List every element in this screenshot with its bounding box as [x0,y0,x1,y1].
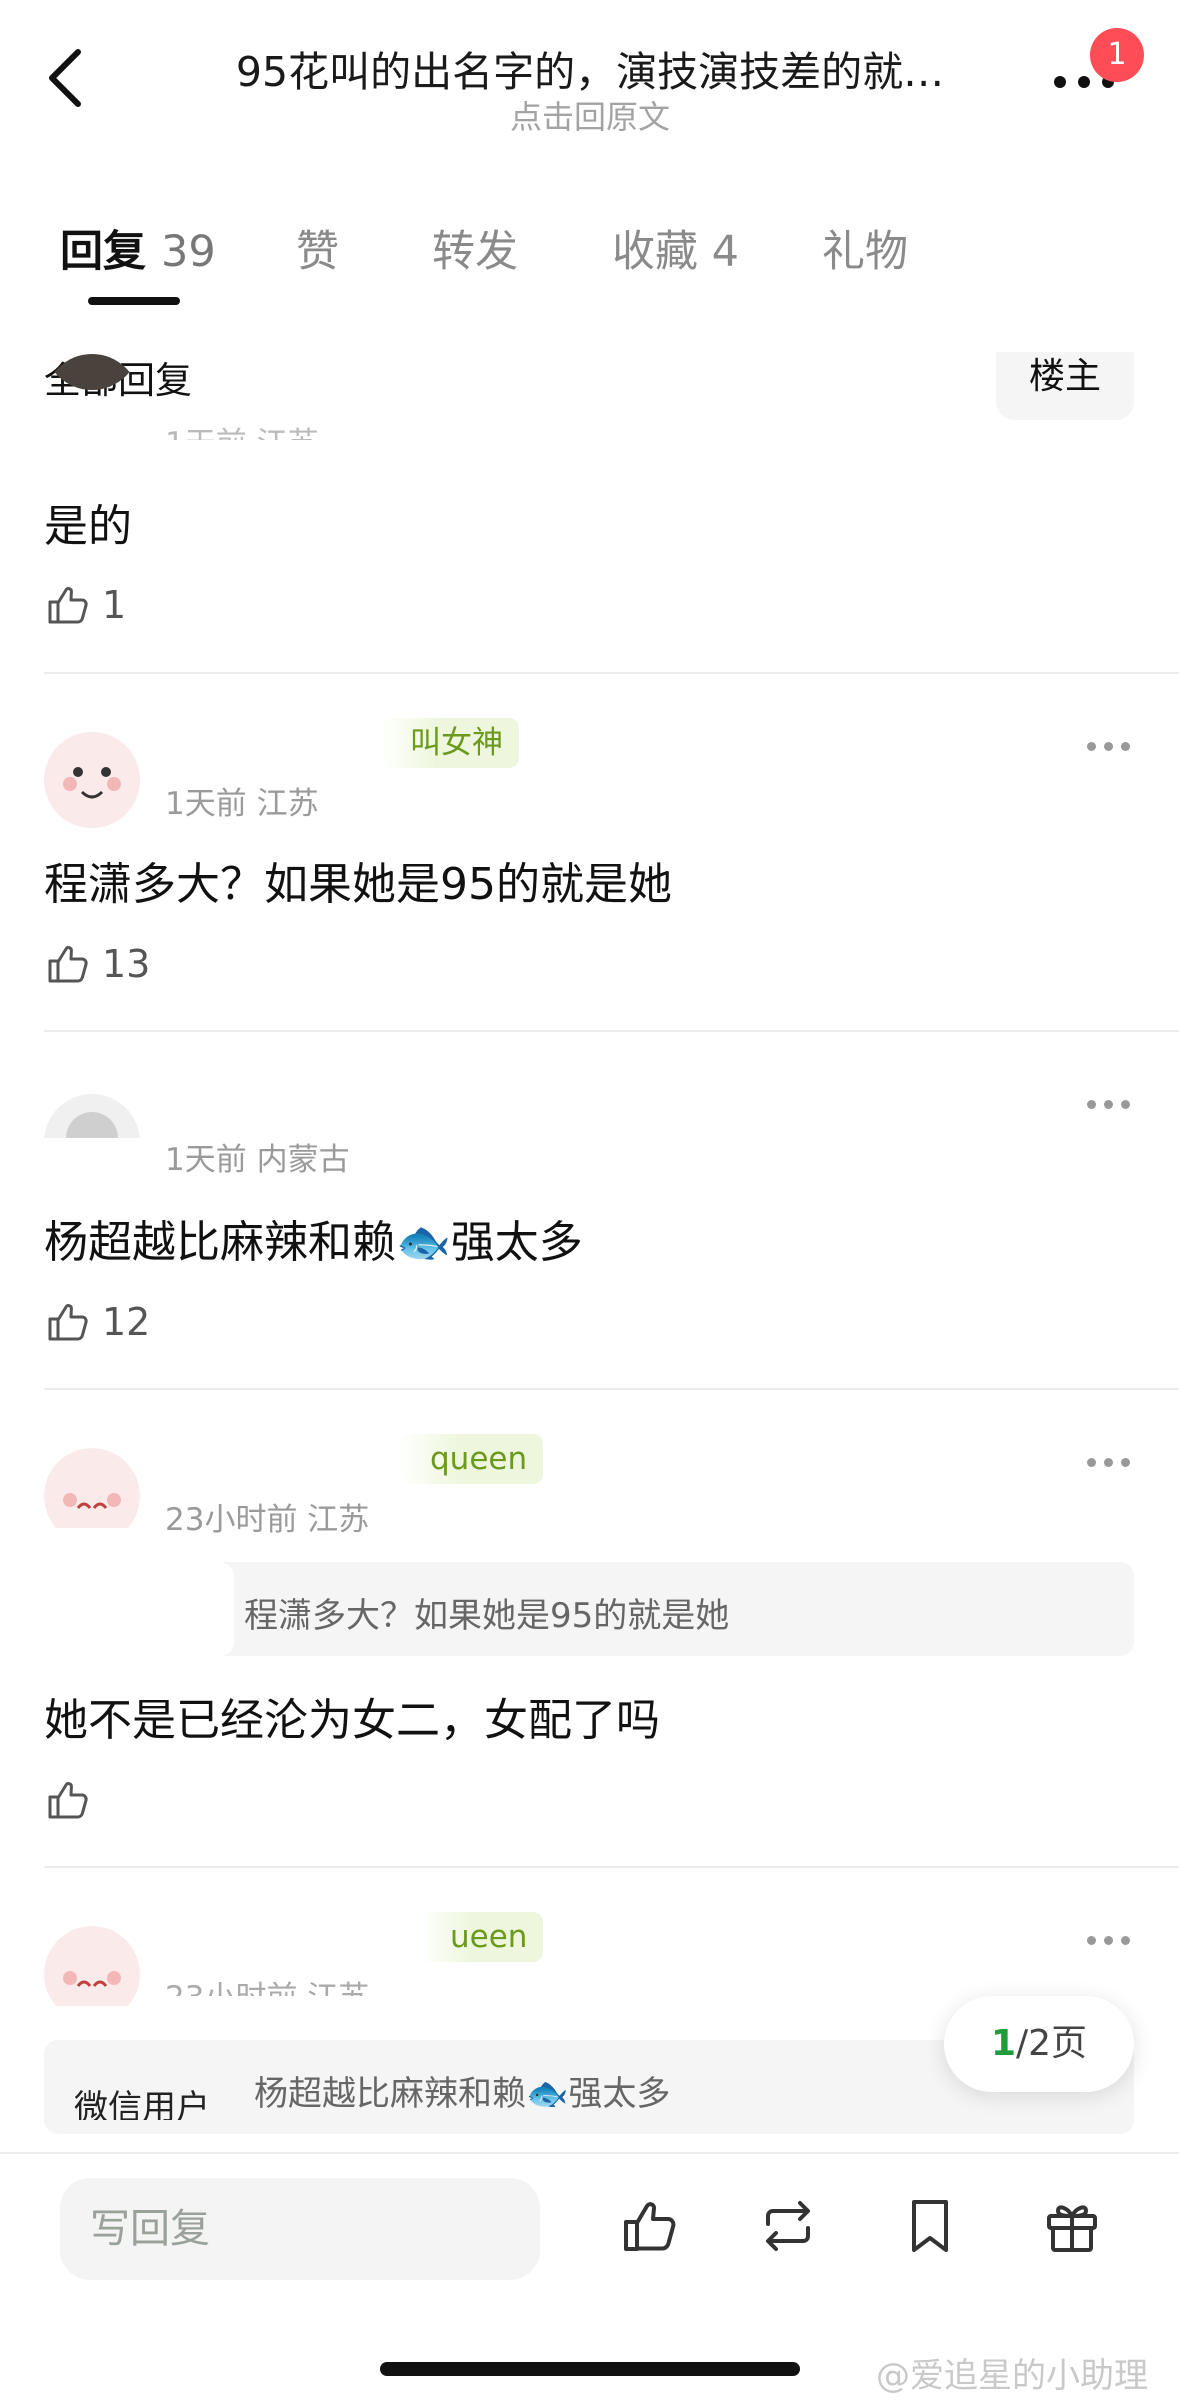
thumbs-up-icon [48,587,88,624]
repost-icon[interactable] [756,2194,820,2258]
back-to-original-link[interactable]: 点击回原文 [440,92,740,138]
user-title-badge: queen [400,1434,544,1484]
avatar[interactable] [44,1448,140,1528]
divider [44,1388,1179,1390]
like-count: 13 [102,942,151,986]
avatar[interactable] [44,1094,140,1138]
top-nav-bar: 95花叫的出名字的，演技演技差的就… 点击回原文 1 [0,0,1179,160]
tab-label: 回复 [60,227,146,277]
thumbs-up-icon [48,1304,88,1341]
tab-favorites[interactable]: 收藏 4 [612,217,739,279]
fish-emoji: 🐟 [526,2074,569,2114]
avatar-face-icon [44,1926,140,2006]
redaction-mask [44,1562,234,1656]
comment-meta: 1天前 江苏 [165,786,319,822]
tab-likes[interactable]: 赞 [296,217,339,279]
quoted-text: 杨超越比麻辣和赖🐟强太多 [254,2066,670,2115]
comment-more-icon[interactable] [1087,736,1135,752]
like-button[interactable]: 13 [44,934,150,994]
comment-text[interactable]: 她不是已经沦为女二，女配了吗 [44,1684,660,1748]
comment-text-part: 杨超越比麻辣和赖 [44,1217,396,1268]
comment-more-icon[interactable] [1087,1094,1135,1110]
back-arrow-icon[interactable] [36,38,96,118]
quoted-reply[interactable]: 程潇多大？如果她是95的就是她 [44,1562,1134,1656]
avatar-face-icon [44,732,140,828]
tab-label: 收藏 [612,227,698,277]
comment-meta: 1天前 内蒙古 [165,1142,350,1178]
page-indicator[interactable]: 1/2页 [944,1996,1134,2092]
comment-text[interactable]: 是的 [44,490,132,554]
quoted-text: 程潇多大？如果她是95的就是她 [244,1596,730,1636]
comment-more-icon[interactable] [1087,1452,1135,1468]
divider [44,1866,1179,1868]
divider [0,2152,1179,2154]
comment-text-part: 强太多 [450,1217,583,1268]
avatar[interactable] [44,1926,140,2006]
tab-count: 39 [160,227,216,277]
current-page: 1 [990,2023,1016,2064]
gift-icon[interactable] [1040,2194,1104,2258]
quoted-user-name: 微信用户 [74,2088,210,2120]
like-count: 12 [102,1300,151,1344]
user-title-badge: ueen [420,1912,544,1962]
like-icon[interactable] [618,2194,682,2258]
home-indicator [380,2362,800,2376]
comment-text[interactable]: 程潇多大？如果她是95的就是她 [44,848,672,912]
bookmark-icon[interactable] [898,2194,962,2258]
comment-meta: 1天前 江苏 [165,418,319,440]
divider [44,672,1179,674]
tab-replies[interactable]: 回复 39 [60,217,216,279]
avatar[interactable] [44,354,140,450]
notification-badge: 1 [1090,28,1144,82]
avatar[interactable] [44,732,140,828]
post-title[interactable]: 95花叫的出名字的，演技演技差的就… [200,38,980,98]
avatar-face-icon [44,1448,140,1528]
thumbs-up-icon [48,946,88,983]
quoted-text-part: 杨超越比麻辣和赖 [254,2074,526,2114]
reply-input[interactable]: 写回复 [60,2178,540,2280]
tab-count: 4 [711,227,740,277]
user-title-badge: 叫女神 [380,718,519,768]
thumbs-up-icon [48,1782,88,1819]
comment-more-icon[interactable] [1087,1930,1135,1946]
watermark: @爱追星的小助理 [876,2356,1148,2396]
like-button[interactable]: 12 [44,1292,150,1352]
comment-meta: 23小时前 江苏 [165,1502,370,1538]
comment-meta: 23小时前 江苏 [165,1972,369,1996]
like-count: 1 [102,583,127,627]
quoted-text-part: 强太多 [568,2074,671,2114]
interaction-tabs: 回复 39 赞 转发 收藏 4 礼物 [0,205,1179,310]
tab-reposts[interactable]: 转发 [432,217,518,279]
like-button[interactable] [44,1770,102,1830]
divider [44,1030,1179,1032]
tab-gifts[interactable]: 礼物 [822,217,908,279]
fish-emoji: 🐟 [396,1217,451,1268]
like-button[interactable]: 1 [44,575,126,635]
comment-text[interactable]: 杨超越比麻辣和赖🐟强太多 [44,1206,583,1270]
total-pages: /2页 [1016,2023,1088,2064]
active-tab-indicator [88,297,180,305]
